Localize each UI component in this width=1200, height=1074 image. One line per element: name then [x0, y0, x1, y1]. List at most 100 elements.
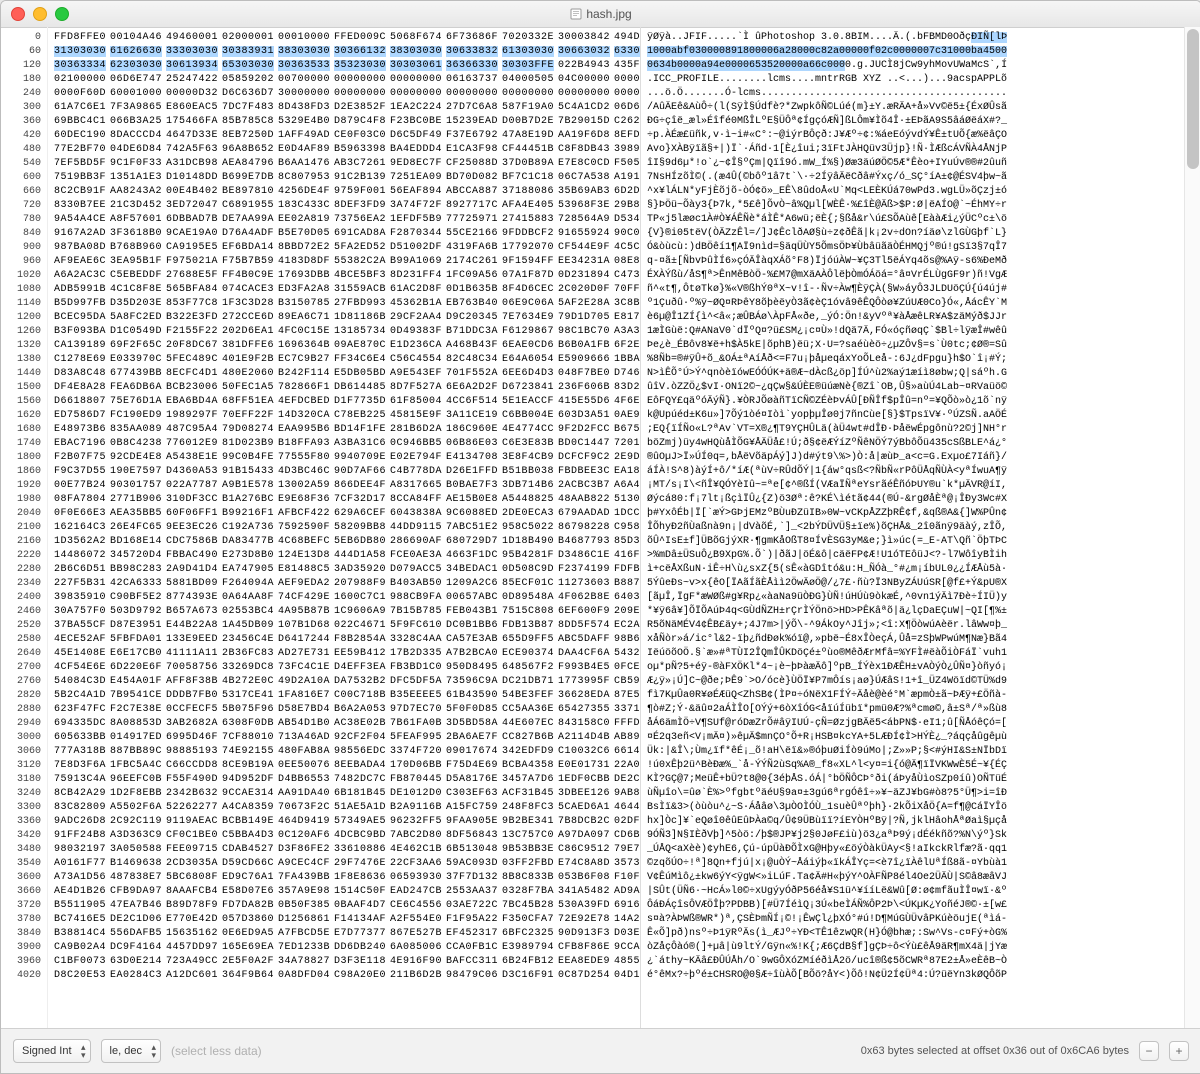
hex-group[interactable]: 691CAD8A: [334, 227, 390, 241]
hex-group[interactable]: 2174C261: [446, 255, 502, 269]
hex-group[interactable]: D3486C1E: [558, 549, 614, 563]
ascii-row[interactable]: 1000abf030000891800006a28000c82a00000f02…: [647, 45, 1179, 59]
hex-row[interactable]: 8C2CB91FAA8243A200E4B402BE8978104256DE4F…: [54, 185, 634, 199]
hex-group[interactable]: 00000000: [334, 73, 390, 87]
hex-group[interactable]: 480FAB8A: [278, 745, 334, 759]
hex-row[interactable]: E48973B6835AA089487C95A479D08274EAA995B6…: [54, 423, 634, 437]
hex-group[interactable]: 5FA2ED52: [334, 241, 390, 255]
hex-group[interactable]: 06C7A538: [558, 171, 614, 185]
hex-group[interactable]: EA18F811: [614, 465, 640, 479]
hex-group[interactable]: 1DCC2E0B: [614, 507, 640, 521]
hex-group[interactable]: 1D18B490: [502, 535, 558, 549]
hex-group[interactable]: B6A2A053: [334, 703, 390, 717]
hex-group[interactable]: 30303061: [390, 59, 446, 73]
ascii-row[interactable]: ÎÕhyÐ2ñÙaßnà9n¡|dVàõÉ,`]_<2bÝDÜVÜ§±ïe%)õ…: [647, 521, 1179, 535]
hex-group[interactable]: A2F554E0: [390, 913, 446, 927]
hex-group[interactable]: 00000D32: [166, 87, 222, 101]
hex-group[interactable]: 79E76417: [614, 843, 640, 857]
hex-group[interactable]: E74C8A8D: [558, 857, 614, 871]
hex-group[interactable]: 629A6CEF: [334, 507, 390, 521]
hex-group[interactable]: 60DEC190: [54, 129, 110, 143]
hex-group[interactable]: D079ACC5: [390, 563, 446, 577]
hex-group[interactable]: 988CB9FA: [390, 591, 446, 605]
hex-group[interactable]: 73FC4C1E: [278, 661, 334, 675]
hex-row[interactable]: B5D997FBD35D203E853F77C81F3C3D28B3150785…: [54, 297, 634, 311]
hex-group[interactable]: 7E7634E9: [502, 311, 558, 325]
hex-group[interactable]: 5317CE41: [222, 689, 278, 703]
hex-row[interactable]: 980321973A050588FEE09715CDAB4527D3F86FE2…: [54, 843, 634, 857]
ascii-row[interactable]: s¤à?ÀÞWß®WR*)ª,ÇSÈÞmÑÍ¡©!¡ÊwÇl¿þXÓ°#ú!D¶…: [647, 913, 1179, 927]
hex-row[interactable]: 30A757F0503D9792B657A67302553BC44A95B87B…: [54, 605, 634, 619]
hex-group[interactable]: 867E527B: [390, 927, 446, 941]
hex-group[interactable]: FDFBAD87: [614, 563, 640, 577]
hex-group[interactable]: 1BBAEB17: [614, 353, 640, 367]
ascii-row[interactable]: Ê«Õ]pð)nsº÷Þ1ÿRºÄs(ì_ÆJº÷YÐ<TÊ1êzwQR(H}Ó…: [647, 927, 1179, 941]
hex-group[interactable]: 3A050588: [110, 843, 166, 857]
hex-row[interactable]: 83C82809A5502F6A52262277A4CA835970673F2C…: [54, 801, 634, 815]
hex-group[interactable]: 36628EDA: [558, 689, 614, 703]
hex-group[interactable]: E033970C: [110, 353, 166, 367]
hex-group[interactable]: D6723841: [502, 381, 558, 395]
hex-group[interactable]: 8DACCCD4: [110, 129, 166, 143]
hex-group[interactable]: C6891955: [222, 199, 278, 213]
hex-group[interactable]: 00000000: [390, 73, 446, 87]
hex-group[interactable]: 14D320CA: [278, 409, 334, 423]
hex-group[interactable]: DE7AA99A: [222, 213, 278, 227]
hex-group[interactable]: 92CF2F04: [334, 731, 390, 745]
hex-row[interactable]: 1D3562A2BD168E14CDC7586BDA83477B4C68BEFC…: [54, 535, 634, 549]
hex-group[interactable]: 175466FA: [166, 115, 222, 129]
hex-group[interactable]: FFED009C: [334, 31, 390, 45]
hex-group[interactable]: DE2C7EF7: [614, 773, 640, 787]
hex-group[interactable]: DAA4CF6A: [558, 647, 614, 661]
hex-group[interactable]: 464D9419: [278, 815, 334, 829]
hex-group[interactable]: 5AF2E28A: [558, 297, 614, 311]
hex-group[interactable]: 3AD35920: [334, 563, 390, 577]
hex-group[interactable]: FFD8FFE0: [54, 31, 110, 45]
hex-group[interactable]: 014917ED: [110, 731, 166, 745]
hex-group[interactable]: AA91DA40: [278, 787, 334, 801]
hex-group[interactable]: 09017674: [446, 745, 502, 759]
vertical-scrollbar[interactable]: [1184, 27, 1200, 1029]
hex-group[interactable]: 96A8B652: [222, 143, 278, 157]
hex-group[interactable]: EC7C9B27: [278, 353, 334, 367]
hex-group[interactable]: 81D023B9: [222, 437, 278, 451]
hex-group[interactable]: 7ED1233B: [278, 941, 334, 955]
hex-group[interactable]: 5130C767: [614, 493, 640, 507]
hex-group[interactable]: 5329E4B0: [278, 115, 334, 129]
hex-group[interactable]: 9ADC26D8: [54, 815, 110, 829]
hex-group[interactable]: D59CD66C: [222, 857, 278, 871]
hex-row[interactable]: 45E1408EE6E17CB041111A112B36FC83AD27E731…: [54, 647, 634, 661]
hex-group[interactable]: 0000F60D: [54, 87, 110, 101]
hex-group[interactable]: 17B2D335: [390, 647, 446, 661]
hex-group[interactable]: 96EEFC0B: [110, 773, 166, 787]
hex-group[interactable]: 35B69AB3: [558, 185, 614, 199]
hex-group[interactable]: 00000000: [558, 87, 614, 101]
hex-group[interactable]: BF7C1C18: [502, 171, 558, 185]
hex-row[interactable]: 0210000006D6E747252474220585920200700000…: [54, 73, 634, 87]
hex-group[interactable]: 49460001: [166, 31, 222, 45]
hex-group[interactable]: FEA6DB6A: [110, 381, 166, 395]
hex-group[interactable]: 30303FFE: [502, 59, 558, 73]
hex-group[interactable]: 9759F001: [334, 185, 390, 199]
hex-group[interactable]: 1D3562A2: [54, 535, 110, 549]
hex-group[interactable]: B768B960: [110, 241, 166, 255]
hex-group[interactable]: 6043838A: [390, 507, 446, 521]
hex-group[interactable]: 34BEDAC1: [446, 563, 502, 577]
hex-group[interactable]: E7D77377: [334, 927, 390, 941]
ascii-row[interactable]: åÁ6ämÌÖ÷V¶SUf@róDæZrÕ#âÿIUÚ-çÑ=ØzjgBÄë5<…: [647, 717, 1179, 731]
hex-group[interactable]: 61303030: [502, 45, 558, 59]
hex-group[interactable]: 048F7BE0: [558, 367, 614, 381]
hex-group[interactable]: 9A54A4CE: [54, 213, 110, 227]
hex-group[interactable]: 1AFF49AD: [278, 129, 334, 143]
hex-row[interactable]: B38814C4556DAFB5156351620E6ED9A5A7FBCD5E…: [54, 927, 634, 941]
hex-group[interactable]: 00104A46: [110, 31, 166, 45]
hex-group[interactable]: AFBCF422: [278, 507, 334, 521]
hex-group[interactable]: 8DD5F574: [558, 619, 614, 633]
hex-group[interactable]: F505814A: [614, 157, 640, 171]
hex-group[interactable]: E860EAC5: [166, 101, 222, 115]
hex-group[interactable]: 73756EA2: [334, 213, 390, 227]
hex-group[interactable]: E44B22A8: [166, 619, 222, 633]
hex-group[interactable]: 03FF2FBD: [502, 857, 558, 871]
hex-group[interactable]: 31303030: [54, 45, 110, 59]
hex-group[interactable]: 49D2A10A: [278, 675, 334, 689]
